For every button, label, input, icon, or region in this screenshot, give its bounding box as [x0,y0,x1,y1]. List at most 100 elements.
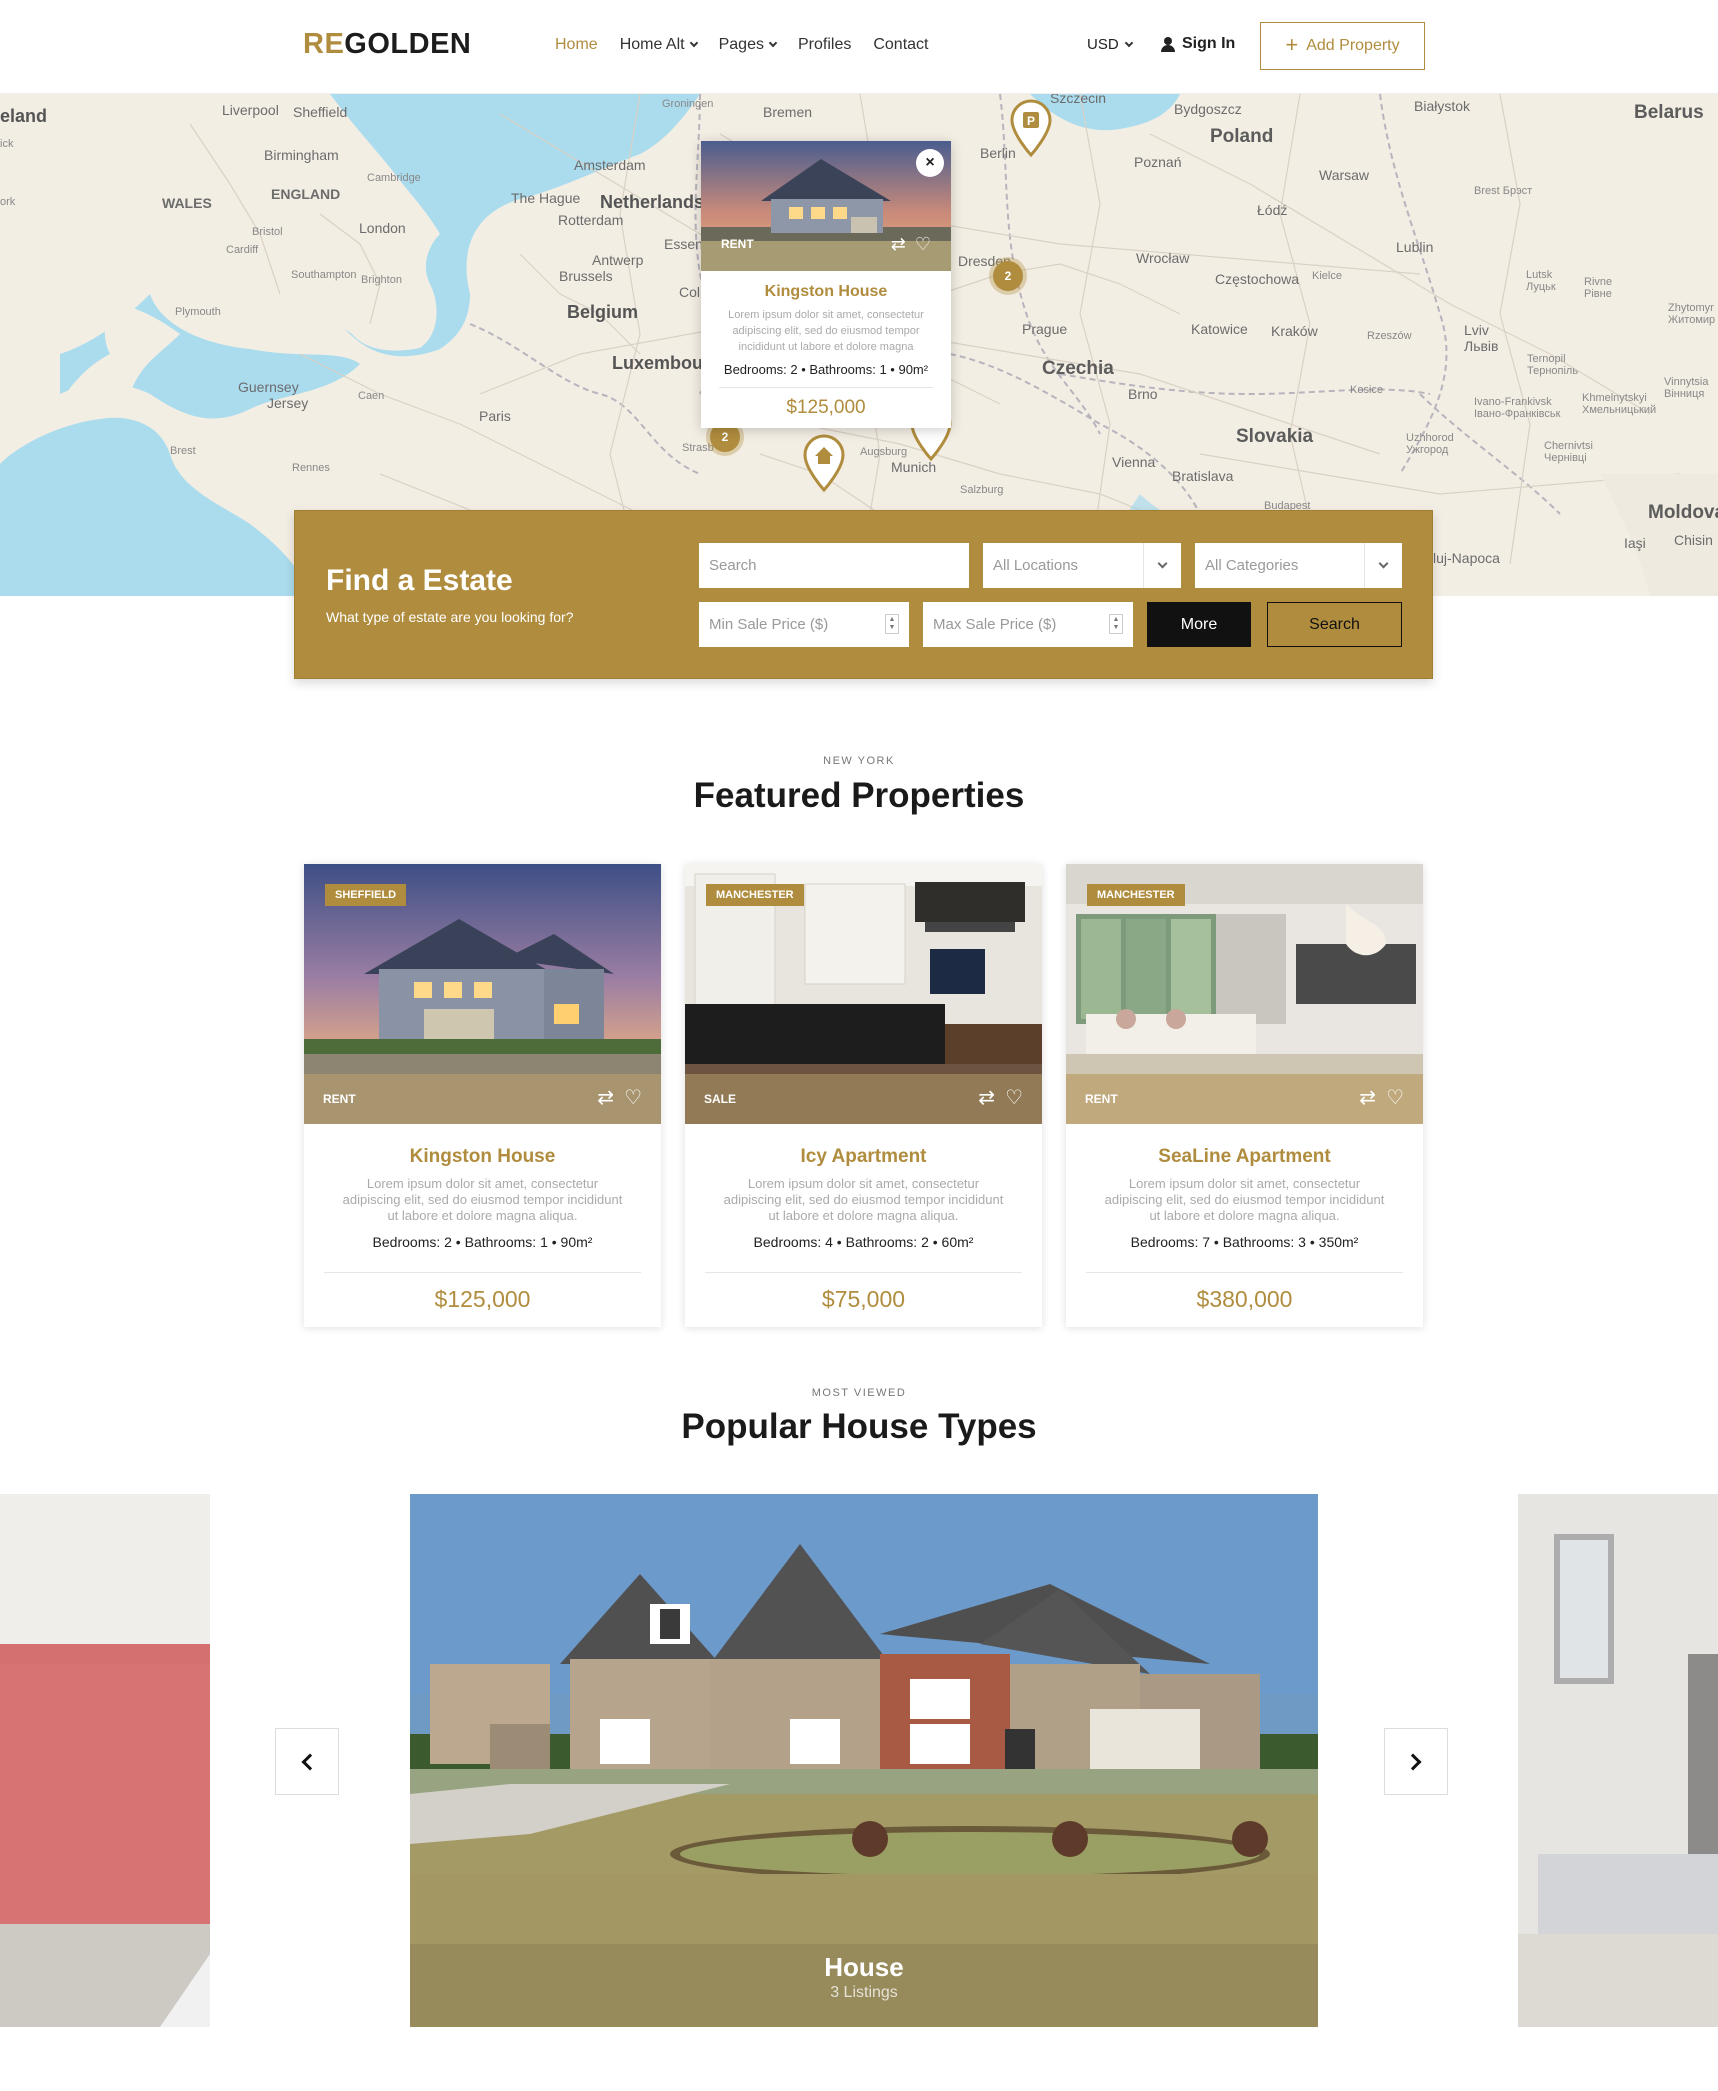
heart-icon[interactable]: ♡ [1005,1085,1023,1110]
user-icon [1161,36,1175,52]
search-subtitle: What type of estate are you looking for? [326,609,574,625]
map-label: Amsterdam [574,157,646,173]
property-title[interactable]: SeaLine Apartment [1066,1146,1423,1168]
map-label: Netherlands [600,192,705,212]
search-button[interactable]: Search [1267,602,1402,647]
search-input[interactable]: Search [699,543,969,588]
stepper-icon[interactable]: ▲ ▼ [1109,614,1123,634]
city-badge[interactable]: SHEFFIELD [325,884,407,906]
property-description: Lorem ipsum dolor sit amet, consectetur … [723,1176,1004,1223]
map-label: Bydgoszcz [1174,101,1242,117]
stepper-icon[interactable]: ▲ ▼ [885,614,899,634]
map-label: Brighton [361,274,402,286]
listing-tag: RENT [721,237,754,251]
max-price-input[interactable]: Max Sale Price ($) ▲ ▼ [923,602,1133,647]
map-label: Belarus [1634,102,1704,123]
location-select[interactable]: All Locations [983,543,1181,588]
property-title[interactable]: Kingston House [701,283,951,301]
map-label: Rivne Рівне [1584,276,1613,300]
map-label: luj-Napoca [1433,550,1500,566]
map-label: Paris [479,408,511,424]
map-label: Warsaw [1319,167,1370,183]
property-card: SHEFFIELD RENT ⇄ ♡ Kingston House Lorem i… [304,864,661,1327]
city-badge[interactable]: MANCHESTER [1087,884,1185,906]
property-description: Lorem ipsum dolor sit amet, consectetur … [1104,1176,1385,1223]
property-features: Bedrooms: 2 • Bathrooms: 1 • 90m² [372,1234,593,1250]
map-label: Chernivtsi Чернівці [1544,440,1593,464]
property-price: $125,000 [786,397,866,418]
map-label: Groningen [662,98,714,110]
plus-icon: + [1285,32,1299,57]
property-card: MANCHESTER SALE ⇄ ♡ Icy Apartment Lorem i… [685,864,1042,1327]
nav-item-profiles[interactable]: Profiles [798,36,851,54]
house-type-slide[interactable]: House 3 Listings [410,1494,1318,2027]
currency-selector[interactable]: USD [1087,36,1133,53]
nav-item-home-alt[interactable]: Home Alt [620,36,698,54]
divider [1086,1272,1403,1273]
slide-title[interactable]: House [410,1952,1318,1983]
nav-item-contact[interactable]: Contact [873,36,928,54]
more-filters-button[interactable]: More [1147,602,1251,647]
map-label: Prague [1022,321,1068,337]
section-title: Popular House Types [681,1407,1037,1446]
map-label: Liverpool [222,102,279,118]
compare-icon[interactable]: ⇄ [891,234,906,255]
house-type-slide-next[interactable] [1518,1494,1718,2027]
map-label: Szczecin [1050,94,1107,106]
city-badge[interactable]: MANCHESTER [706,884,804,906]
map-label: Brussels [559,268,613,284]
map-label: Poland [1210,126,1274,147]
section-eyebrow: NEW YORK [823,755,895,767]
map-label: Slovakia [1236,426,1314,447]
slider-next-button[interactable] [1384,1728,1448,1795]
map-label: Ivano-Frankivsk Івано-Франківськ [1474,396,1561,420]
map-label: Caen [358,390,385,402]
map-label: Essen [664,236,703,252]
map-label: London [359,220,406,236]
map-label: Rotterdam [558,212,624,228]
add-property-button[interactable]: + Add Property [1260,22,1425,70]
logo[interactable]: REGOLDEN [303,28,471,61]
map-label: Ternopil Тернопіль [1527,353,1579,377]
listing-tag: SALE [704,1092,737,1106]
map-property-popup: × RENT ⇄ ♡ Kingston House Lorem ipsum do… [701,141,951,428]
close-popup-button[interactable]: × [916,149,944,177]
house-type-slide-prev[interactable] [0,1494,210,2027]
map-label: Salzburg [960,484,1004,496]
heart-icon[interactable]: ♡ [1386,1085,1404,1110]
heart-icon[interactable]: ♡ [915,234,931,255]
map-label: Wrocław [1136,250,1190,266]
property-photo[interactable]: SHEFFIELD RENT ⇄ ♡ [304,864,661,1124]
nav-item-home[interactable]: Home [555,36,598,54]
property-photo[interactable]: MANCHESTER RENT ⇄ ♡ [1066,864,1423,1124]
map-pin-home[interactable] [801,433,847,493]
map-label: Birmingham [264,147,339,163]
compare-icon[interactable]: ⇄ [1359,1085,1376,1110]
category-select[interactable]: All Categories [1195,543,1402,588]
sign-in-link[interactable]: Sign In [1161,35,1235,53]
map-label: Moldova [1648,502,1718,523]
property-title[interactable]: Kingston House [304,1146,661,1168]
map-label: WALES [162,195,212,211]
section-title: Featured Properties [693,776,1025,815]
property-title[interactable]: Icy Apartment [685,1146,1042,1168]
compare-icon[interactable]: ⇄ [978,1085,995,1110]
map-label: Częstochowa [1215,271,1300,287]
compare-icon[interactable]: ⇄ [597,1085,614,1110]
chevron-right-icon [1404,1753,1422,1770]
map-cluster[interactable]: 2 [993,261,1023,291]
map-label: eland [0,106,48,126]
property-card: MANCHESTER RENT ⇄ ♡ SeaLine Apartment Lor… [1066,864,1423,1327]
nav-item-pages[interactable]: Pages [719,36,778,54]
map-pin-parking[interactable]: P [1008,98,1054,158]
divider [324,1272,641,1273]
property-photo[interactable]: MANCHESTER SALE ⇄ ♡ [685,864,1042,1124]
property-price: $380,000 [1196,1286,1293,1312]
map-label: Kosice [1350,384,1384,396]
map-label: Brno [1128,386,1158,402]
slider-prev-button[interactable] [275,1728,339,1795]
property-photo[interactable]: × RENT ⇄ ♡ [701,141,951,271]
map-label: Białystok [1414,98,1471,114]
min-price-input[interactable]: Min Sale Price ($) ▲ ▼ [699,602,909,647]
heart-icon[interactable]: ♡ [624,1085,642,1110]
